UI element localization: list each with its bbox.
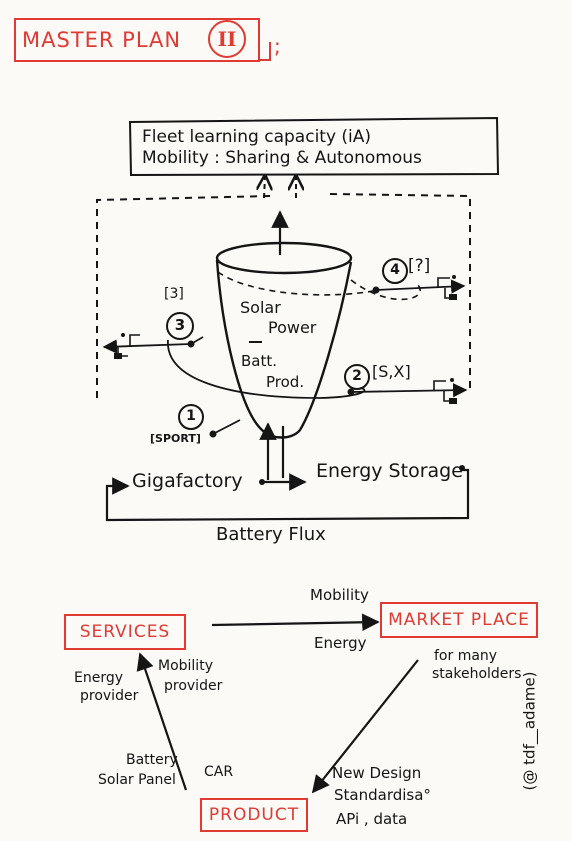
mobility-provider-line1: Mobility <box>158 658 213 674</box>
step-1-circle: 1 <box>178 404 204 430</box>
services-to-market-arrow <box>211 613 380 632</box>
step-1-tag: [SPORT] <box>150 432 201 445</box>
line-3 <box>102 339 192 354</box>
standardisa-label: Standardisa° <box>334 786 431 804</box>
energy-label: Energy <box>314 634 367 652</box>
step-4-tag: [?] <box>408 256 431 276</box>
product-to-services-arrow <box>136 652 188 791</box>
step-2-tag: [S,X] <box>372 362 411 381</box>
title-suffix: ; <box>274 34 281 58</box>
gigafactory-label: Gigafactory <box>132 470 243 492</box>
step-3-circle: 3 <box>166 312 194 340</box>
step-3-tag: [3] <box>164 286 184 302</box>
for-many-label: for many <box>434 648 498 664</box>
line-2 <box>350 383 468 398</box>
cup-power: Power <box>268 318 317 337</box>
services-box: SERVICES <box>64 614 186 650</box>
battery-label: Battery <box>126 752 178 768</box>
stakeholders-label: stakeholders <box>432 666 522 682</box>
battery-flux-label: Battery Flux <box>216 524 326 545</box>
new-design-label: New Design <box>332 764 422 782</box>
car-label: CAR <box>204 764 234 780</box>
mobility-provider-line2: provider <box>164 678 223 694</box>
step-2-circle: 2 <box>344 364 370 390</box>
ring-upper-dashed <box>217 271 379 296</box>
product-box: PRODUCT <box>200 798 308 832</box>
cup-solar: Solar <box>240 298 281 317</box>
solar-panel-label: Solar Panel <box>98 772 176 788</box>
cup-batt: Batt. <box>241 352 278 370</box>
cup-rim <box>215 241 353 275</box>
cup-prod: Prod. <box>266 373 305 391</box>
cup-body <box>215 259 353 439</box>
dashed-frame <box>96 193 471 398</box>
energy-provider-line1: Energy <box>74 670 124 686</box>
market-place-box: MARKET PLACE <box>380 602 538 638</box>
energy-storage-label: Energy Storage <box>316 460 463 482</box>
page-title-text: MASTER PLAN <box>22 28 182 52</box>
title-numeral: II <box>208 20 246 58</box>
top-box-line2: Mobility : Sharing & Autonomous <box>142 148 422 168</box>
api-data-label: APi , data <box>336 810 408 828</box>
signature: (@ tdf__adame) <box>520 671 539 791</box>
top-box-line1: Fleet learning capacity (iA) <box>142 127 372 147</box>
dashed-arrow-left <box>264 176 265 199</box>
step-4-circle: 4 <box>382 258 408 284</box>
mobility-label: Mobility <box>310 586 369 604</box>
energy-provider-line2: provider <box>80 688 139 704</box>
